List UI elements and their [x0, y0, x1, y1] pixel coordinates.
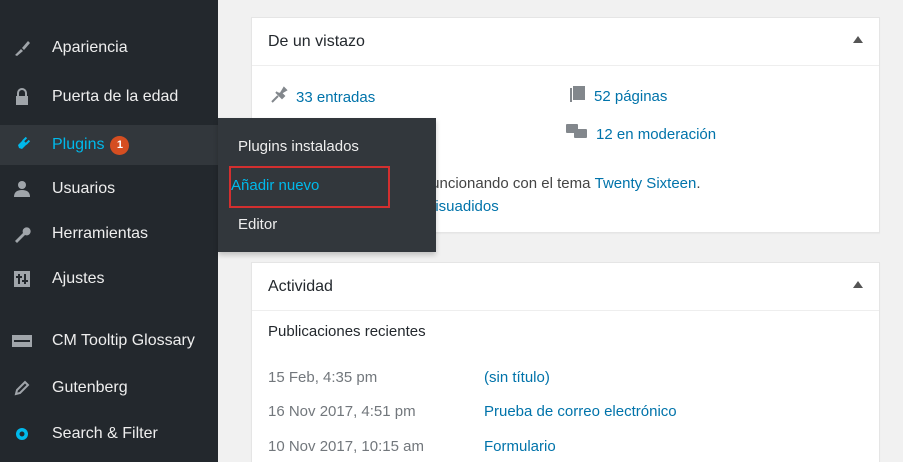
sidebar-item-cm-tooltip-glossary[interactable]: CM Tooltip Glossary — [0, 321, 218, 361]
pages-icon — [570, 86, 586, 107]
activity-row: 16 Nov 2017, 4:51 pm Prueba de correo ele… — [268, 403, 677, 420]
post-link[interactable]: Prueba de correo electrónico — [484, 403, 677, 420]
pin-icon — [270, 86, 288, 109]
activity-row: 10 Nov 2017, 10:15 am Formulario — [268, 438, 556, 455]
activity-widget: Actividad Publicaciones recientes 15 Feb… — [251, 262, 880, 462]
update-count-badge: 1 — [110, 135, 130, 155]
plug-icon — [12, 135, 32, 155]
sidebar-item-label: Ajustes — [52, 270, 105, 287]
comments-icon — [566, 124, 588, 145]
sidebar-item-label: Apariencia — [52, 39, 128, 56]
sidebar-item-ajustes[interactable]: Ajustes — [0, 259, 218, 299]
widget-header: De un vistazo — [252, 18, 879, 66]
post-link[interactable]: (sin título) — [484, 369, 550, 386]
sidebar-item-label: Search & Filter — [52, 425, 158, 442]
post-link[interactable]: Formulario — [484, 438, 556, 455]
collapse-toggle[interactable] — [853, 281, 863, 288]
sidebar-item-puerta-de-la-edad[interactable]: Puerta de la edad — [0, 77, 218, 117]
sidebar-item-label: Herramientas — [52, 225, 149, 242]
post-date: 15 Feb, 4:35 pm — [268, 369, 378, 386]
sidebar-item-search-filter[interactable]: Search & Filter — [0, 414, 218, 454]
post-date: 16 Nov 2017, 4:51 pm — [268, 403, 416, 420]
wrench-icon — [12, 224, 32, 244]
widget-title: Actividad — [268, 277, 333, 295]
activity-row: 15 Feb, 4:35 pm (sin título) — [268, 369, 550, 386]
post-date: 10 Nov 2017, 10:15 am — [268, 438, 424, 455]
sidebar-item-label: Puerta de la edad — [52, 88, 179, 105]
widget-header: Actividad — [252, 263, 879, 311]
pages-count[interactable]: 52 páginas — [570, 86, 667, 107]
sidebar-item-usuarios[interactable]: Usuarios — [0, 169, 218, 209]
pencil-icon — [12, 378, 32, 398]
sidebar-item-gutenberg[interactable]: Gutenberg — [0, 368, 218, 408]
entries-count[interactable]: 33 entradas — [270, 86, 375, 109]
sidebar-item-label: Plugins — [52, 136, 105, 153]
comments-moderation-count[interactable]: 12 en moderación — [566, 124, 716, 145]
theme-link[interactable]: Twenty Sixteen — [595, 175, 697, 192]
admin-sidebar: Apariencia Puerta de la edad Plugins 1 U… — [0, 0, 219, 462]
submenu-item-plugins-instalados[interactable]: Plugins instalados — [238, 138, 359, 155]
sidebar-item-label: Gutenberg — [52, 379, 128, 396]
search-engines-discouraged[interactable]: disuadidos — [427, 198, 499, 215]
recent-posts-heading: Publicaciones recientes — [268, 323, 426, 340]
sidebar-item-herramientas[interactable]: Herramientas — [0, 214, 218, 254]
lock-icon — [12, 87, 32, 107]
search-filter-icon — [12, 424, 32, 444]
paintbrush-icon — [12, 38, 32, 58]
sidebar-item-label: Usuarios — [52, 180, 116, 197]
highlight-annotation — [229, 166, 390, 208]
users-icon — [12, 179, 32, 199]
widget-title: De un vistazo — [268, 32, 365, 50]
sidebar-item-label: CM Tooltip Glossary — [52, 332, 195, 349]
submenu-item-editor[interactable]: Editor — [238, 216, 277, 233]
sidebar-item-plugins[interactable]: Plugins 1 — [0, 125, 218, 165]
sidebar-item-apariencia[interactable]: Apariencia — [0, 28, 218, 68]
glossary-icon — [12, 331, 32, 351]
theme-info: funcionando con el tema Twenty Sixteen. — [427, 175, 701, 192]
settings-icon — [12, 269, 32, 289]
collapse-toggle[interactable] — [853, 36, 863, 43]
